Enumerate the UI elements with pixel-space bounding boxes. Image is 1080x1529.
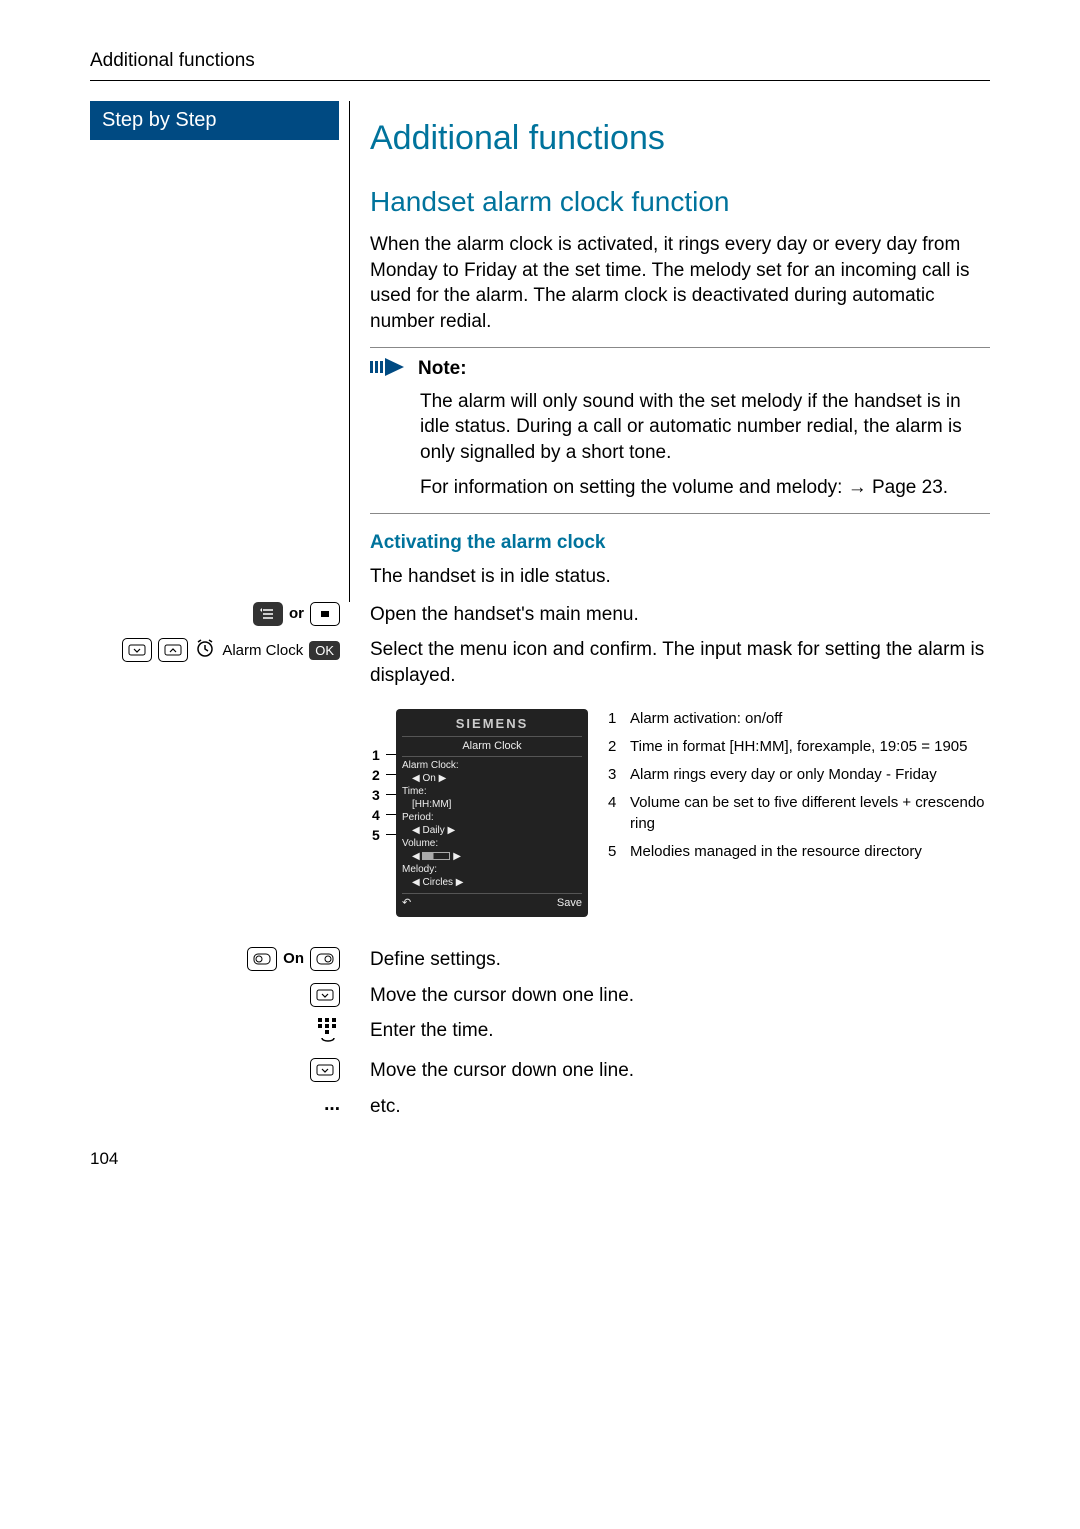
idle-text: The handset is in idle status. — [370, 564, 990, 590]
phone-field-time: Time: — [402, 785, 582, 798]
or-label: or — [289, 605, 304, 622]
legend-1: Alarm activation: on/off — [630, 709, 782, 729]
alarm-clock-label: Alarm Clock — [222, 642, 303, 659]
on-label: On — [283, 950, 304, 967]
note-box: Note: The alarm will only sound with the… — [370, 347, 990, 515]
phone-field-alarm: Alarm Clock: — [402, 759, 582, 772]
legend-2: Time in format [HH:MM], forexample, 19:0… — [630, 737, 968, 757]
header-rule — [90, 80, 990, 81]
note-label: Note: — [418, 358, 467, 380]
phone-value-period: ◀ Daily ▶ — [402, 824, 582, 837]
note-paragraph-1: The alarm will only sound with the set m… — [420, 389, 990, 466]
nav-down-icon — [122, 638, 152, 662]
section-title: Handset alarm clock function — [370, 186, 990, 218]
phone-screen-diagram: SIEMENS Alarm Clock Alarm Clock: ◀ On ▶ … — [396, 709, 588, 917]
step-move-down-2: Move the cursor down one line. — [350, 1058, 990, 1084]
step-by-step-tab: Step by Step — [90, 101, 339, 140]
keypad-icon — [316, 1018, 340, 1048]
note-paragraph-2: For information on setting the volume an… — [420, 475, 990, 501]
phone-value-volume: ◀ ▶ — [402, 850, 582, 863]
phone-value-melody: ◀ Circles ▶ — [402, 876, 582, 889]
phone-title: Alarm Clock — [402, 739, 582, 757]
phone-field-volume: Volume: — [402, 837, 582, 850]
etc-dots: ... — [324, 1094, 340, 1116]
legend-5: Melodies managed in the resource directo… — [630, 842, 922, 862]
nav-up-icon — [158, 638, 188, 662]
step-move-down-1: Move the cursor down one line. — [350, 983, 990, 1009]
nav-down-icon — [310, 1058, 340, 1082]
legend-3: Alarm rings every day or only Monday - F… — [630, 765, 937, 785]
nav-down-icon — [310, 983, 340, 1007]
nav-left-icon — [247, 947, 277, 971]
center-key-icon — [310, 602, 340, 626]
phone-value-time: [HH:MM] — [402, 798, 582, 811]
legend-4: Volume can be set to five different leve… — [630, 793, 990, 834]
phone-brand: SIEMENS — [402, 715, 582, 733]
intro-paragraph: When the alarm clock is activated, it ri… — [370, 232, 990, 335]
step-define: Define settings. — [350, 947, 990, 973]
phone-back-icon: ↶ — [402, 896, 411, 911]
phone-field-period: Period: — [402, 811, 582, 824]
step-etc: etc. — [350, 1094, 990, 1120]
phone-value-alarm: ◀ On ▶ — [402, 772, 582, 785]
step-enter-time: Enter the time. — [350, 1018, 990, 1044]
nav-right-icon — [310, 947, 340, 971]
ok-chip: OK — [309, 641, 340, 660]
diagram-callout-numbers: 1 2 3 4 5 — [372, 745, 380, 845]
alarm-clock-icon — [194, 637, 216, 663]
diagram-legend: 1Alarm activation: on/off 2Time in forma… — [608, 709, 990, 917]
note-arrow-icon — [370, 358, 410, 381]
page-title: Additional functions — [370, 119, 990, 158]
subsection-title: Activating the alarm clock — [370, 532, 990, 554]
phone-field-melody: Melody: — [402, 863, 582, 876]
phone-save-label: Save — [557, 896, 582, 911]
step-open-menu: Open the handset's main menu. — [350, 602, 990, 628]
page-number: 104 — [90, 1149, 990, 1169]
menu-icon — [253, 602, 283, 626]
running-header: Additional functions — [90, 50, 990, 72]
step-select-confirm: Select the menu icon and confirm. The in… — [350, 637, 990, 688]
